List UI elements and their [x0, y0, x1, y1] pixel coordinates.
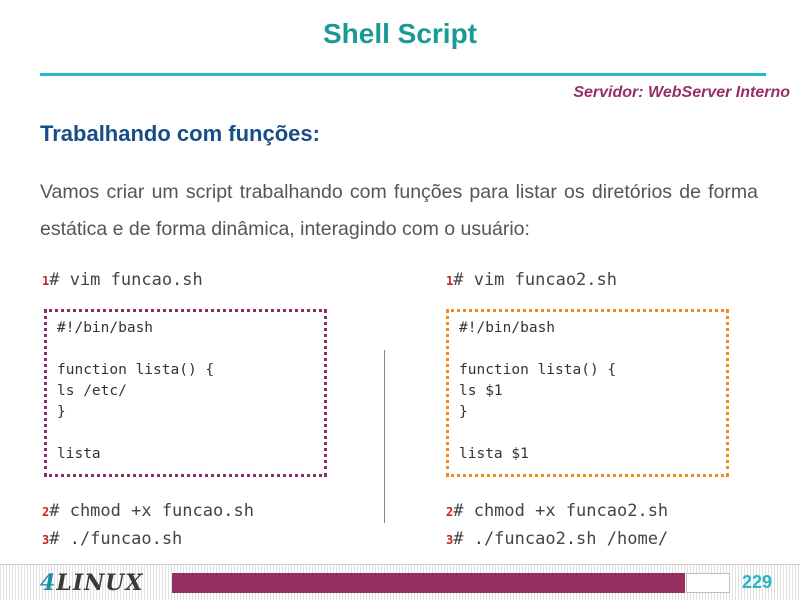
right-step-2: 2# chmod +x funcao2.sh: [446, 501, 668, 521]
right-step-1: 1# vim funcao2.sh: [446, 270, 617, 290]
command-text: # ./funcao2.sh /home/: [453, 529, 669, 549]
left-step-3: 3# ./funcao.sh: [42, 529, 182, 549]
left-code-box: #!/bin/bash function lista() { ls /etc/ …: [44, 309, 327, 477]
command-text: # vim funcao2.sh: [453, 270, 617, 290]
4linux-logo: 4LINUX: [40, 570, 144, 596]
page-number-box: [686, 573, 730, 593]
server-label: Servidor: WebServer Interno: [573, 84, 790, 101]
command-text: # vim funcao.sh: [49, 270, 203, 290]
slide-title: Shell Script: [322, 18, 478, 49]
section-heading: Trabalhando com funções:: [40, 121, 320, 146]
left-step-1: 1# vim funcao.sh: [42, 270, 203, 290]
right-code-box: #!/bin/bash function lista() { ls $1 } l…: [446, 309, 729, 477]
title-underline: [40, 73, 766, 76]
footer-accent-bar: [172, 573, 685, 593]
intro-paragraph: Vamos criar um script trabalhando com fu…: [40, 181, 758, 240]
footer-divider: [0, 564, 800, 565]
page-number: 229: [741, 572, 772, 592]
right-step-3: 3# ./funcao2.sh /home/: [446, 529, 668, 549]
command-text: # chmod +x funcao.sh: [49, 501, 254, 521]
left-step-2: 2# chmod +x funcao.sh: [42, 501, 254, 521]
command-text: # chmod +x funcao2.sh: [453, 501, 669, 521]
command-text: # ./funcao.sh: [49, 529, 183, 549]
column-divider: [384, 350, 385, 523]
